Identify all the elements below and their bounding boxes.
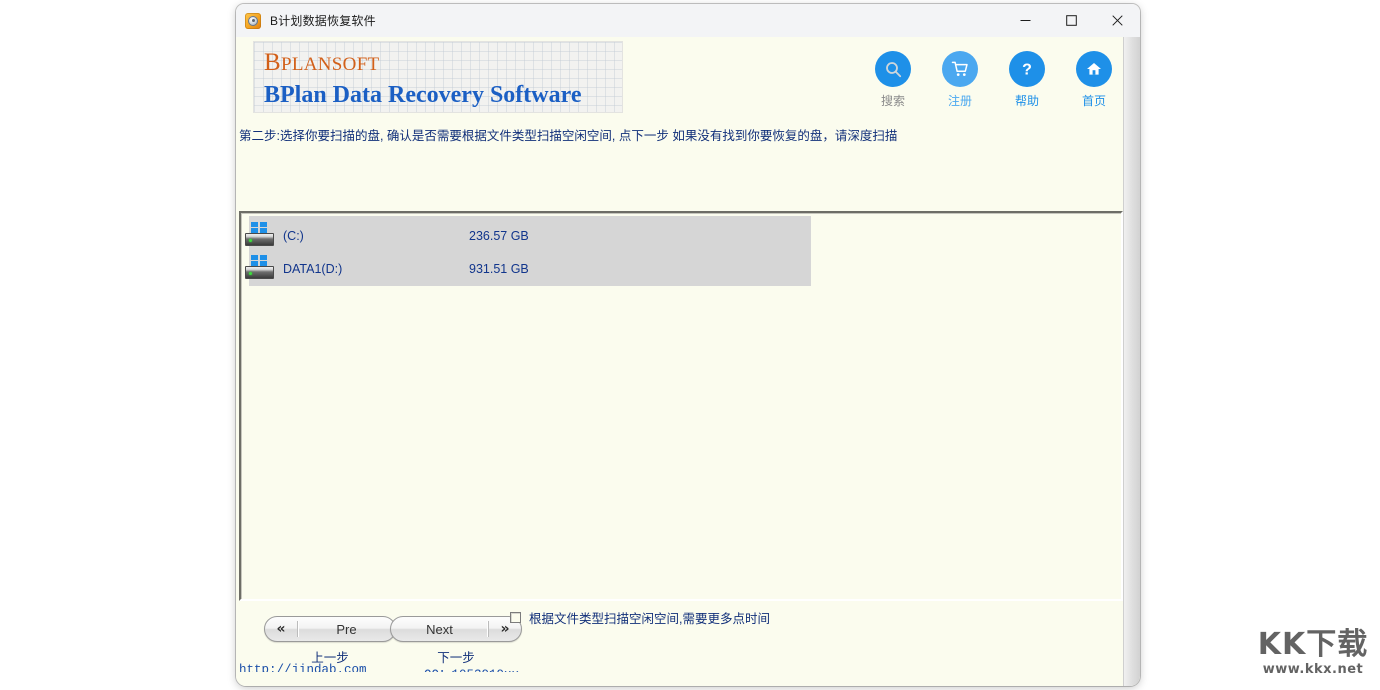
title-bar: B计划数据恢复软件 (236, 4, 1140, 38)
watermark-title: KK下载 (1257, 627, 1369, 662)
watermark: KK下载 www.kkx.net (1248, 627, 1378, 678)
window-title: B计划数据恢复软件 (270, 14, 376, 28)
windows-logo-icon (251, 221, 267, 233)
drive-icon (245, 254, 275, 283)
cart-icon[interactable] (942, 51, 978, 87)
svg-text:?: ? (1022, 62, 1032, 79)
disc-icon (245, 12, 261, 29)
chevron-left-icon: « (265, 621, 298, 637)
watermark-url: www.kkx.net (1262, 662, 1364, 677)
window-controls (1002, 4, 1140, 37)
checkbox-label: 根据文件类型扫描空闲空间,需要更多点时间 (529, 612, 770, 626)
toolbar-label-register: 注册 (947, 94, 972, 108)
prev-button[interactable]: « Pre (264, 616, 396, 642)
toolbar-item-help[interactable]: ? 帮助 (1005, 51, 1049, 109)
drive-size: 236.57 GB (469, 228, 529, 243)
drive-icon (245, 221, 275, 250)
search-icon[interactable] (875, 51, 911, 87)
checkbox-box[interactable] (510, 612, 521, 623)
vertical-scrollbar[interactable] (1123, 37, 1140, 686)
toolbar-label-search: 搜索 (880, 94, 905, 108)
maximize-icon[interactable] (1048, 4, 1094, 37)
toolbar-label-home: 首页 (1081, 94, 1106, 108)
toolbar-item-home[interactable]: 首页 (1072, 51, 1116, 109)
website-link[interactable]: http://jindab.com (239, 663, 367, 672)
drive-body-shape (245, 232, 274, 246)
toolbar-label-help: 帮助 (1014, 94, 1039, 108)
drive-size: 931.51 GB (469, 261, 529, 276)
brand-prefix: B (264, 49, 281, 76)
prev-button-label: Pre (336, 621, 357, 637)
application-window: B计划数据恢复软件 BPLANSOFT BPlan Data Recovery … (236, 4, 1140, 686)
close-icon[interactable] (1094, 4, 1140, 37)
qq-link[interactable]: QQ：1053919xx (424, 663, 519, 672)
toolbar-item-register[interactable]: 注册 (938, 51, 982, 109)
next-button-label: Next (426, 621, 453, 637)
table-row[interactable]: DATA1(D:) 931.51 GB (241, 252, 807, 285)
toolbar-item-search[interactable]: 搜索 (871, 51, 915, 109)
toolbar: 搜索 注册 ? 帮助 首页 (871, 51, 1116, 109)
drive-body-shape (245, 265, 274, 279)
screen: B计划数据恢复软件 BPLANSOFT BPlan Data Recovery … (0, 0, 1380, 690)
next-button[interactable]: Next » (390, 616, 522, 642)
window-content: BPLANSOFT BPlan Data Recovery Software 搜… (236, 37, 1140, 686)
table-row[interactable]: (C:) 236.57 GB (241, 219, 807, 252)
step-instruction: 第二步:选择你要扫描的盘, 确认是否需要根据文件类型扫描空闲空间, 点下一步 如… (239, 129, 898, 143)
drive-list-panel[interactable]: (C:) 236.57 GB DATA1(D:) 931.51 GB (239, 211, 1123, 601)
windows-logo-icon (251, 254, 267, 266)
brand-name: BPLANSOFT (264, 42, 622, 80)
brand-smallcaps: PLANSOFT (280, 54, 380, 75)
scan-free-space-checkbox[interactable]: 根据文件类型扫描空闲空间,需要更多点时间 (510, 608, 770, 627)
minimize-icon[interactable] (1002, 4, 1048, 37)
drive-name: (C:) (283, 228, 304, 243)
home-icon[interactable] (1076, 51, 1112, 87)
product-name: BPlan Data Recovery Software (264, 82, 582, 108)
drive-name: DATA1(D:) (283, 261, 343, 276)
question-icon[interactable]: ? (1009, 51, 1045, 87)
brand-banner: BPLANSOFT BPlan Data Recovery Software (253, 41, 623, 113)
